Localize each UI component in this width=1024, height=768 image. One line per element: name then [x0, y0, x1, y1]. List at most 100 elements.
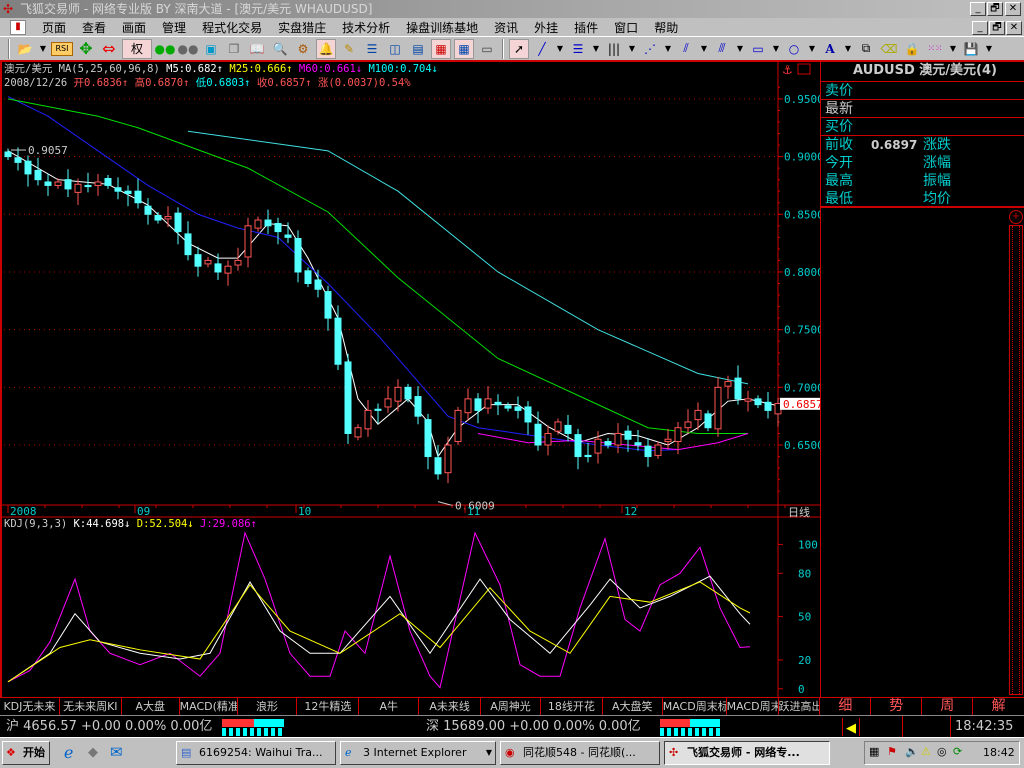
menu-training[interactable]: 操盘训练基地: [398, 19, 486, 36]
tab-week[interactable]: 周: [922, 698, 974, 715]
tab-wave[interactable]: 浪形: [238, 698, 298, 715]
tab-macd-weekend-mark[interactable]: MACD周末标: [663, 698, 727, 715]
parallel-lines-icon[interactable]: ⫻: [712, 39, 732, 59]
dropdown-arrow-icon[interactable]: ▼: [38, 39, 48, 59]
quan-dropdown[interactable]: 权: [122, 38, 152, 59]
tab-a-bull[interactable]: A牛: [359, 698, 420, 715]
desktop-quicklaunch-icon[interactable]: ◆: [88, 745, 98, 760]
tab-trend[interactable]: 势: [871, 698, 923, 715]
window-line-icon[interactable]: ▭: [477, 39, 497, 59]
tab-a-week-light[interactable]: A周神光: [481, 698, 541, 715]
dropdown-arrow-icon[interactable]: ▼: [591, 39, 601, 59]
update-tray-icon[interactable]: ⟳: [953, 745, 962, 758]
child-restore-button[interactable]: 🗗: [989, 21, 1005, 35]
tab-12-bull[interactable]: 12牛精选: [297, 698, 360, 715]
dropdown-arrow-icon[interactable]: ▼: [627, 39, 637, 59]
cursor-arrow-icon[interactable]: ➚: [509, 38, 529, 59]
child-minimize-button[interactable]: _: [972, 21, 988, 35]
menu-screen[interactable]: 画面: [114, 19, 154, 36]
alarm-bell-icon[interactable]: 🔔: [316, 38, 336, 59]
child-close-button[interactable]: ✕: [1006, 21, 1022, 35]
restore-button[interactable]: 🗗: [987, 2, 1003, 16]
ellipse-icon[interactable]: ○: [784, 39, 804, 59]
vertical-layout-icon[interactable]: ◫: [385, 39, 405, 59]
open-folder-icon[interactable]: 📂: [15, 39, 35, 59]
tab-macd-precise[interactable]: MACD(精准: [180, 698, 238, 715]
disk-tray-icon[interactable]: ◎: [937, 745, 947, 758]
rsi-button[interactable]: RSI: [51, 41, 73, 56]
vertical-lines-icon[interactable]: |||: [604, 39, 624, 59]
tab-a-market-smile[interactable]: A大盘笑: [603, 698, 663, 715]
move-cross-icon[interactable]: ✥: [76, 39, 96, 59]
fib-lines-icon[interactable]: ☰: [568, 39, 588, 59]
horizontal-layout-icon[interactable]: ☰: [362, 39, 382, 59]
copy-pages-icon[interactable]: ❐: [224, 39, 244, 59]
tab-a-future-line[interactable]: A未来线: [419, 698, 482, 715]
channel-icon[interactable]: ⫽: [676, 39, 696, 59]
menu-news[interactable]: 资讯: [486, 19, 526, 36]
line-tool-icon[interactable]: ╱: [532, 39, 552, 59]
dropdown-arrow-icon[interactable]: ▼: [948, 39, 958, 59]
tab-detail[interactable]: 细: [820, 698, 872, 715]
dropdown-arrow-icon[interactable]: ▼: [699, 39, 709, 59]
dropdown-arrow-icon[interactable]: ▼: [984, 39, 994, 59]
tab-18-lines[interactable]: 18线开花: [541, 698, 603, 715]
menu-plugins-ext[interactable]: 外挂: [526, 19, 566, 36]
save-disk-icon[interactable]: 💾: [961, 39, 981, 59]
menu-live[interactable]: 实盘猎庄: [270, 19, 334, 36]
lock-icon[interactable]: 🔒: [902, 39, 922, 59]
tab-macd-weekend[interactable]: MACD周末: [727, 698, 779, 715]
task-waihui[interactable]: ▤ 6169254: Waihui Tra...: [176, 741, 336, 765]
keyboard-tray-icon[interactable]: ▦: [869, 745, 879, 758]
toolbar-grip-2[interactable]: [502, 38, 504, 59]
ie-quicklaunch-icon[interactable]: ℯ: [64, 743, 73, 762]
task-tonghuashun[interactable]: ◉ 同花顺548 - 同花顺(...: [500, 741, 660, 765]
tab-leap-high[interactable]: 跃进高出: [779, 698, 821, 715]
horizontal-arrows-icon[interactable]: ⇔: [99, 39, 119, 59]
color-palette-icon[interactable]: ⁙⁙: [925, 39, 945, 59]
rectangle-icon[interactable]: ▭: [748, 39, 768, 59]
eraser-icon[interactable]: ⌫: [879, 39, 899, 59]
window-red-icon[interactable]: ▦: [431, 38, 451, 59]
menu-help[interactable]: 帮助: [646, 19, 686, 36]
menu-window[interactable]: 窗口: [606, 19, 646, 36]
crosshair-icon[interactable]: +: [1009, 210, 1023, 224]
doc-chart-icon[interactable]: ▮: [10, 20, 26, 35]
warning-tray-icon[interactable]: ⚠: [921, 745, 931, 758]
book-icon[interactable]: 📖: [247, 39, 267, 59]
tab-explain[interactable]: 解: [973, 698, 1024, 715]
close-button[interactable]: ✕: [1005, 2, 1021, 16]
dropdown-arrow-icon[interactable]: ▼: [771, 39, 781, 59]
gray-dots-icon[interactable]: ●●: [178, 39, 199, 59]
tab-weekly-kdj[interactable]: 无未来周KI: [60, 698, 122, 715]
network-tray-icon[interactable]: ⚑: [887, 745, 897, 758]
toolbar-grip[interactable]: [8, 38, 10, 59]
tools-icon[interactable]: ⚙: [293, 39, 313, 59]
vertical-scrollbar[interactable]: [1009, 225, 1023, 695]
window-chart-icon[interactable]: ▤: [408, 39, 428, 59]
magnifier-icon[interactable]: 🔍: [270, 39, 290, 59]
fan-lines-icon[interactable]: ⋰: [640, 39, 660, 59]
text-tool-icon[interactable]: A: [820, 39, 840, 59]
menu-program-trading[interactable]: 程式化交易: [194, 19, 270, 36]
menu-view[interactable]: 查看: [74, 19, 114, 36]
number-icon[interactable]: ▣: [201, 39, 221, 59]
tab-kdj-no-future[interactable]: KDJ无未来: [0, 698, 60, 715]
minimize-button[interactable]: _: [970, 2, 986, 16]
dropdown-arrow-icon[interactable]: ▼: [555, 39, 565, 59]
menu-page[interactable]: 页面: [34, 19, 74, 36]
volume-tray-icon[interactable]: 🔈: [905, 745, 919, 758]
task-feihu[interactable]: ✣ 飞狐交易师 - 网络专...: [664, 741, 830, 765]
pencil-icon[interactable]: ✎: [339, 39, 359, 59]
copy-icon[interactable]: ⧉: [856, 39, 876, 59]
menu-tech-analysis[interactable]: 技术分析: [334, 19, 398, 36]
menu-plugins[interactable]: 插件: [566, 19, 606, 36]
start-button[interactable]: ❖ 开始: [2, 741, 50, 765]
price-chart[interactable]: 0.9500 0.9000 0.8500 0.8000 0.7500 0.7000 0.65…: [0, 62, 820, 698]
tab-a-market[interactable]: A大盘: [122, 698, 180, 715]
menu-manage[interactable]: 管理: [154, 19, 194, 36]
scrollbar-track[interactable]: [1012, 226, 1020, 694]
dropdown-arrow-icon[interactable]: ▼: [663, 39, 673, 59]
red-green-dots-icon[interactable]: ●●: [155, 39, 176, 59]
dropdown-arrow-icon[interactable]: ▼: [843, 39, 853, 59]
